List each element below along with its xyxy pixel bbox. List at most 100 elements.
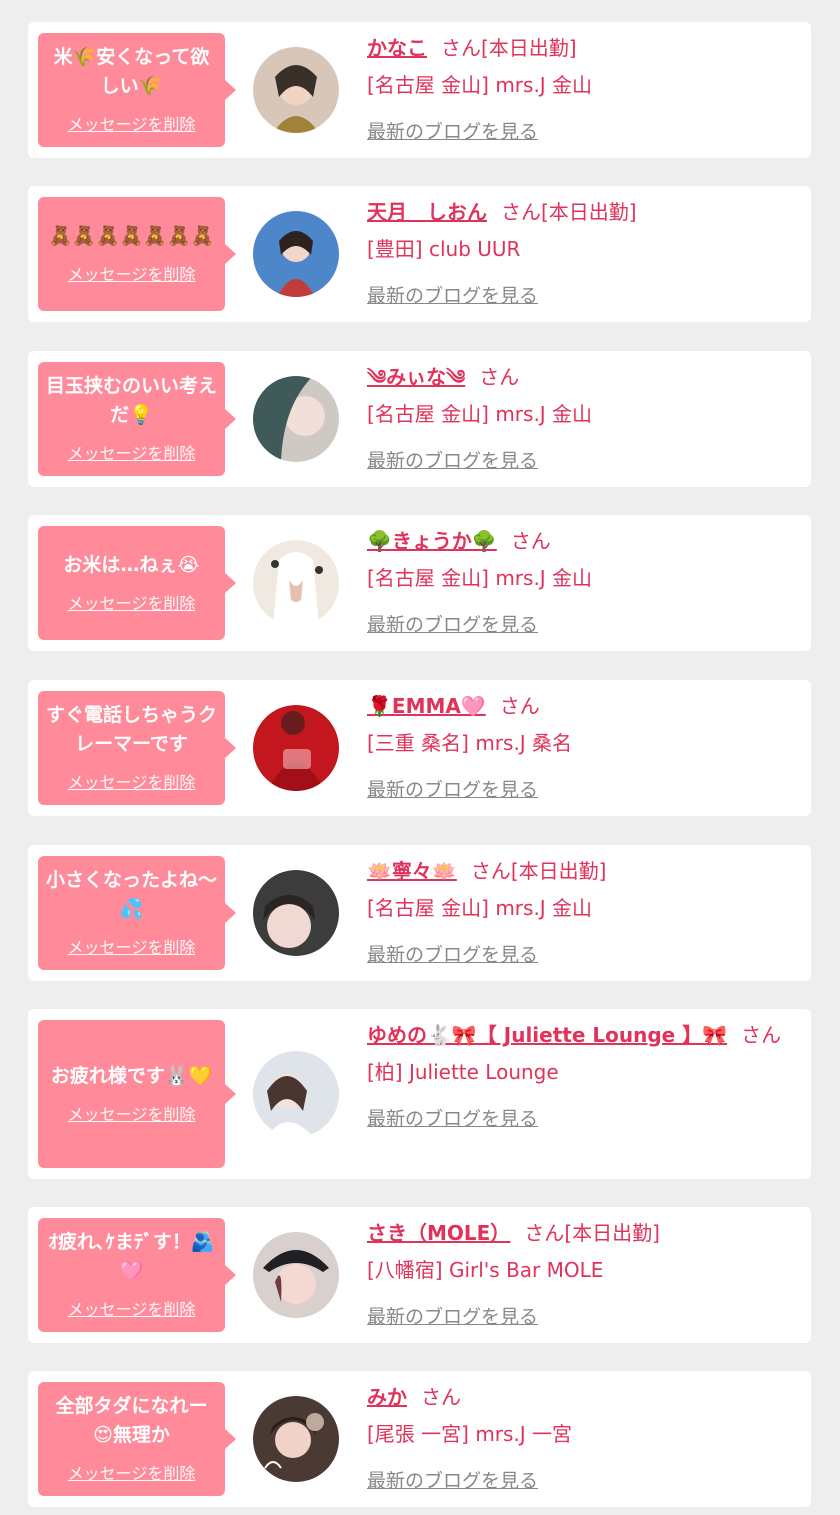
delete-message-link[interactable]: メッセージを削除 xyxy=(68,111,196,135)
sender-info: みか さん [尾張 一宮] mrs.J 一宮 最新のブログを見る xyxy=(367,1380,791,1493)
avatar-image xyxy=(253,540,339,626)
sender-name-link[interactable]: 🪷寧々🪷 xyxy=(367,859,457,883)
avatar-image xyxy=(253,47,339,133)
avatar[interactable] xyxy=(253,1396,339,1482)
message-bubble: すぐ電話しちゃうクレーマーです メッセージを削除 xyxy=(38,691,236,805)
message-bubble: 小さくなったよね〜💦 メッセージを削除 xyxy=(38,856,236,970)
status-badge: [本日出勤] xyxy=(510,859,607,883)
sender-info: ༄みぃな༄ さん [名古屋 金山] mrs.J 金山 最新のブログを見る xyxy=(367,360,791,473)
message-bubble: お米は…ねぇ😭 メッセージを削除 xyxy=(38,526,236,640)
delete-message-link[interactable]: メッセージを削除 xyxy=(68,769,196,793)
sender-info: 🌹EMMA🩷 さん [三重 桑名] mrs.J 桑名 最新のブログを見る xyxy=(367,689,791,802)
sender-name-link[interactable]: さき（MOLE） xyxy=(367,1221,510,1245)
name-line: ゆめの🐇🎀【 Juliette Lounge 】🎀 さん xyxy=(367,1018,791,1052)
name-line: 🌳きょうか🌳 さん xyxy=(367,524,791,558)
list-item: 全部タダになれー😍無理か メッセージを削除 みか さん [尾張 一宮] mrs.J… xyxy=(28,1371,811,1507)
latest-blog-link[interactable]: 最新のブログを見る xyxy=(367,610,538,637)
message-text: 全部タダになれー😍無理か xyxy=(55,1395,208,1446)
avatar[interactable] xyxy=(253,705,339,791)
avatar[interactable] xyxy=(253,376,339,462)
message-list: 米🌾安くなって欲しい🌾 メッセージを削除 かなこ さん[本日出勤] [名古屋 金山… xyxy=(0,0,840,1515)
sender-name-link[interactable]: ゆめの🐇🎀【 Juliette Lounge 】🎀 xyxy=(367,1023,727,1047)
shop-name: [名古屋 金山] mrs.J 金山 xyxy=(367,402,593,426)
shop-name: [八幡宿] Girl's Bar MOLE xyxy=(367,1258,604,1282)
honorific: さん xyxy=(501,200,541,224)
delete-message-link[interactable]: メッセージを削除 xyxy=(68,1460,196,1484)
latest-blog-link[interactable]: 最新のブログを見る xyxy=(367,1302,538,1329)
latest-blog-link[interactable]: 最新のブログを見る xyxy=(367,1466,538,1493)
message-bubble: お疲れ様です🐰💛 メッセージを削除 xyxy=(38,1020,236,1168)
list-item: 米🌾安くなって欲しい🌾 メッセージを削除 かなこ さん[本日出勤] [名古屋 金山… xyxy=(28,22,811,158)
list-item: 目玉挟むのいい考えだ💡 メッセージを削除 ༄みぃな༄ さん [名古屋 金山] mr… xyxy=(28,351,811,487)
message-text: お疲れ様です🐰💛 xyxy=(50,1064,213,1087)
name-line: 天月 しおん さん[本日出勤] xyxy=(367,195,791,229)
shop-name: [豊田] club UUR xyxy=(367,237,521,261)
latest-blog-link[interactable]: 最新のブログを見る xyxy=(367,1104,538,1131)
latest-blog-link[interactable]: 最新のブログを見る xyxy=(367,446,538,473)
honorific: さん xyxy=(499,694,540,718)
shop-name: [尾張 一宮] mrs.J 一宮 xyxy=(367,1422,573,1446)
name-line: ༄みぃな༄ さん xyxy=(367,360,791,394)
message-text: すぐ電話しちゃうクレーマーです xyxy=(46,704,218,755)
sender-info: さき（MOLE） さん[本日出勤] [八幡宿] Girl's Bar MOLE 最… xyxy=(367,1216,791,1329)
avatar[interactable] xyxy=(253,47,339,133)
delete-message-link[interactable]: メッセージを削除 xyxy=(68,590,196,614)
avatar[interactable] xyxy=(253,540,339,626)
message-bubble: ｵ疲れ､ｹまﾃﾞす！🫂🩷 メッセージを削除 xyxy=(38,1218,236,1332)
list-item: 🧸🧸🧸🧸🧸🧸🧸 メッセージを削除 天月 しおん さん[本日出勤] [豊田] clu… xyxy=(28,186,811,322)
list-item: お米は…ねぇ😭 メッセージを削除 🌳きょうか🌳 さん [名古屋 金山] mrs.J… xyxy=(28,515,811,651)
shop-name: [名古屋 金山] mrs.J 金山 xyxy=(367,566,593,590)
message-text: 目玉挟むのいい考えだ💡 xyxy=(46,375,218,426)
status-badge: [本日出勤] xyxy=(481,36,577,60)
delete-message-link[interactable]: メッセージを削除 xyxy=(68,934,196,958)
delete-message-link[interactable]: メッセージを削除 xyxy=(68,1296,196,1320)
message-bubble: 全部タダになれー😍無理か メッセージを削除 xyxy=(38,1382,236,1496)
sender-info: 天月 しおん さん[本日出勤] [豊田] club UUR 最新のブログを見る xyxy=(367,195,791,308)
latest-blog-link[interactable]: 最新のブログを見る xyxy=(367,775,538,802)
honorific: さん xyxy=(741,1023,782,1047)
shop-name: [柏] Juliette Lounge xyxy=(367,1060,559,1084)
honorific: さん xyxy=(421,1385,461,1409)
honorific: さん xyxy=(479,365,520,389)
latest-blog-link[interactable]: 最新のブログを見る xyxy=(367,940,538,967)
sender-name-link[interactable]: 🌳きょうか🌳 xyxy=(367,529,497,553)
message-text: 米🌾安くなって欲しい🌾 xyxy=(53,46,210,97)
sender-name-link[interactable]: 🌹EMMA🩷 xyxy=(367,694,486,718)
avatar-image xyxy=(253,1396,339,1482)
name-line: さき（MOLE） さん[本日出勤] xyxy=(367,1216,791,1250)
message-bubble: 🧸🧸🧸🧸🧸🧸🧸 メッセージを削除 xyxy=(38,197,236,311)
honorific: さん xyxy=(441,36,481,60)
latest-blog-link[interactable]: 最新のブログを見る xyxy=(367,281,538,308)
message-text: 小さくなったよね〜💦 xyxy=(46,869,218,920)
status-badge: [本日出勤] xyxy=(541,200,637,224)
avatar-image xyxy=(253,1051,339,1137)
delete-message-link[interactable]: メッセージを削除 xyxy=(68,1101,196,1125)
delete-message-link[interactable]: メッセージを削除 xyxy=(68,261,196,285)
list-item: すぐ電話しちゃうクレーマーです メッセージを削除 🌹EMMA🩷 さん [三重 桑名… xyxy=(28,680,811,816)
name-line: 🌹EMMA🩷 さん xyxy=(367,689,791,723)
shop-name: [三重 桑名] mrs.J 桑名 xyxy=(367,731,573,755)
message-bubble: 米🌾安くなって欲しい🌾 メッセージを削除 xyxy=(38,33,236,147)
latest-blog-link[interactable]: 最新のブログを見る xyxy=(367,117,538,144)
honorific: さん xyxy=(470,859,511,883)
sender-name-link[interactable]: みか xyxy=(367,1385,407,1409)
avatar[interactable] xyxy=(253,211,339,297)
shop-name: [名古屋 金山] mrs.J 金山 xyxy=(367,896,593,920)
name-line: みか さん xyxy=(367,1380,791,1414)
avatar-image xyxy=(253,870,339,956)
honorific: さん xyxy=(524,1221,565,1245)
sender-name-link[interactable]: かなこ xyxy=(367,36,427,60)
sender-name-link[interactable]: 天月 しおん xyxy=(367,200,487,224)
message-text: ｵ疲れ､ｹまﾃﾞす！🫂🩷 xyxy=(48,1231,215,1282)
sender-info: 🪷寧々🪷 さん[本日出勤] [名古屋 金山] mrs.J 金山 最新のブログを見る xyxy=(367,854,791,967)
avatar[interactable] xyxy=(253,870,339,956)
sender-info: かなこ さん[本日出勤] [名古屋 金山] mrs.J 金山 最新のブログを見る xyxy=(367,31,791,144)
avatar[interactable] xyxy=(253,1232,339,1318)
message-bubble: 目玉挟むのいい考えだ💡 メッセージを削除 xyxy=(38,362,236,476)
sender-name-link[interactable]: ༄みぃな༄ xyxy=(367,365,465,389)
delete-message-link[interactable]: メッセージを削除 xyxy=(68,440,196,464)
list-item: 小さくなったよね〜💦 メッセージを削除 🪷寧々🪷 さん[本日出勤] [名古屋 金山… xyxy=(28,845,811,981)
avatar-image xyxy=(253,705,339,791)
avatar-image xyxy=(253,376,339,462)
avatar[interactable] xyxy=(253,1051,339,1137)
